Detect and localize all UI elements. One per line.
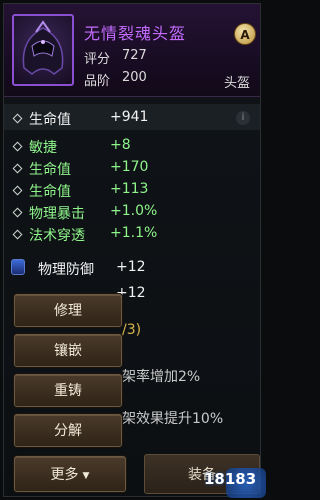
recast-button[interactable]: 重铸 xyxy=(14,374,122,407)
item-header: 无情裂魂头盔 A 评分 727 品阶 200 头盔 xyxy=(4,4,260,97)
diamond-icon xyxy=(12,163,23,174)
grade-badge[interactable]: A xyxy=(234,23,256,45)
helmet-item-icon xyxy=(12,14,74,86)
item-tooltip-panel: 无情裂魂头盔 A 评分 727 品阶 200 头盔 生命值 +941 i 敏捷 … xyxy=(3,3,266,498)
main-stat: 生命值 +941 xyxy=(12,109,148,129)
bonus-stat-row: 法术穿透 +1.1% xyxy=(12,225,157,245)
diamond-icon xyxy=(12,113,23,124)
score-value: 727 xyxy=(122,48,147,63)
bonus-stat-row: 生命值 +113 xyxy=(12,181,148,201)
level-label: 品阶 xyxy=(84,74,111,89)
gem-icon xyxy=(11,259,25,275)
helmet-icon xyxy=(22,20,64,75)
more-button[interactable]: 更多 ▼ xyxy=(14,456,126,492)
diamond-icon xyxy=(12,185,23,196)
more-label: 更多 xyxy=(50,467,79,483)
decompose-button[interactable]: 分解 xyxy=(14,414,122,447)
set-progress-text: /3) xyxy=(122,322,142,338)
bonus-stat-row: 物理暴击 +1.0% xyxy=(12,203,157,223)
bonus-stat-row: 敏捷 +8 xyxy=(12,137,131,157)
info-icon[interactable]: i xyxy=(236,111,250,125)
set-effect-text: 架率增加2% xyxy=(122,369,201,385)
chevron-down-icon: ▼ xyxy=(82,471,90,481)
level-row: 品阶 200 xyxy=(84,70,147,89)
item-name: 无情裂魂头盔 xyxy=(84,24,187,43)
slot-type: 头盔 xyxy=(224,76,251,91)
gem-stat-row: 物理防御 +12 xyxy=(38,259,146,278)
watermark-text: 18183 xyxy=(204,470,257,488)
level-value: 200 xyxy=(122,70,147,85)
score-row: 评分 727 xyxy=(84,48,147,67)
diamond-icon xyxy=(12,141,23,152)
diamond-icon xyxy=(12,229,23,240)
main-stat-row: 生命值 +941 xyxy=(4,104,260,130)
inlay-button[interactable]: 镶嵌 xyxy=(14,334,122,367)
main-stat-value: +941 xyxy=(110,109,149,125)
bonus-stat-row: 生命值 +170 xyxy=(12,159,148,179)
diamond-icon xyxy=(12,207,23,218)
repair-button[interactable]: 修理 xyxy=(14,294,122,327)
score-label: 评分 xyxy=(84,52,111,67)
set-effect-text: 架效果提升10% xyxy=(122,411,224,427)
